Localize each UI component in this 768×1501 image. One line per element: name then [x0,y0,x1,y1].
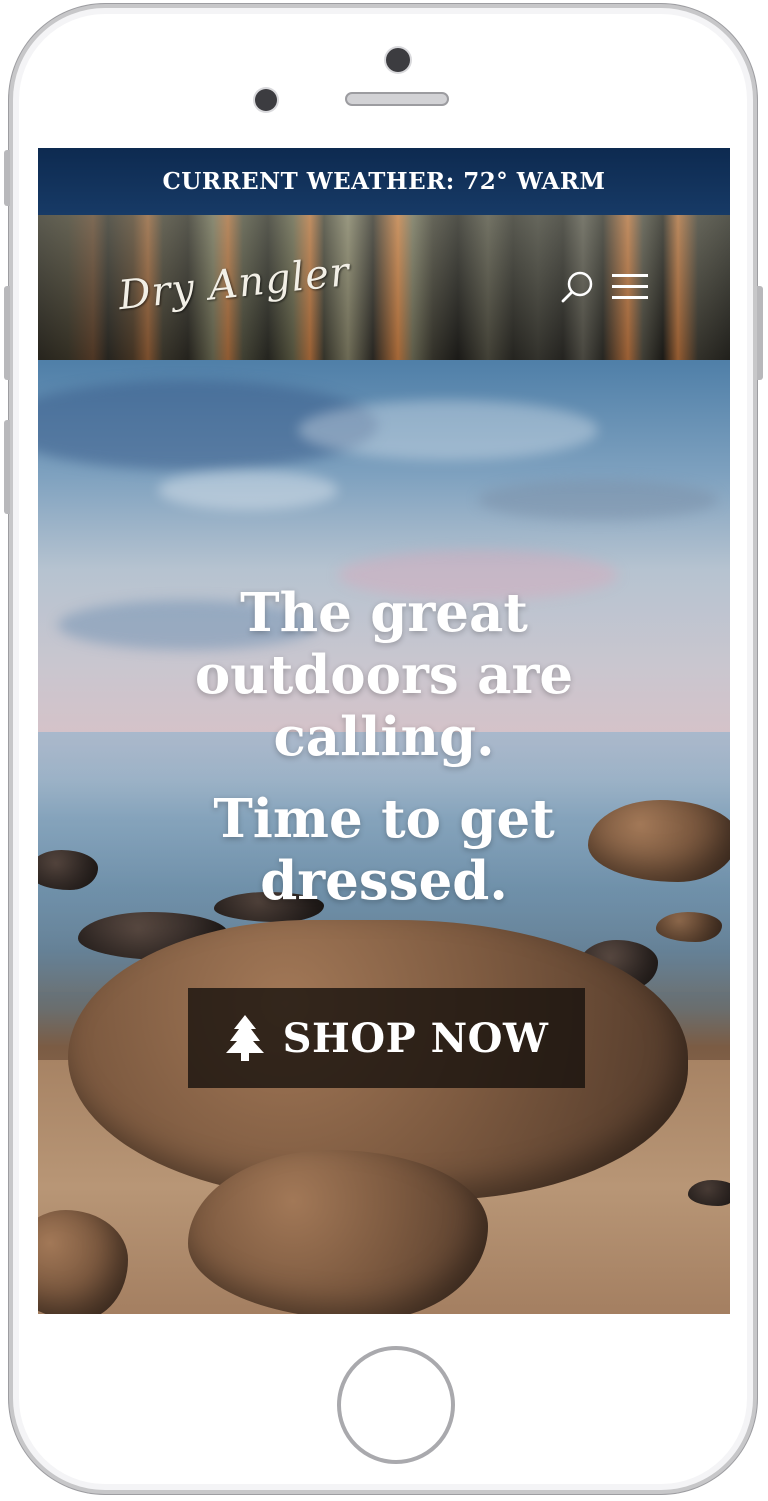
headline-line: outdoors are [194,644,574,706]
weather-bar: CURRENT WEATHER: 72° WARM [38,148,730,215]
site-header: Dry Angler [38,215,730,360]
hero-banner: The great outdoors are calling. Time to … [38,360,730,1314]
pine-tree-icon [225,1015,264,1061]
hero-headline: The great outdoors are calling. [38,582,730,768]
site-logo[interactable]: Dry Angler [116,249,352,319]
cloud [158,470,338,510]
front-camera [386,48,410,72]
home-button[interactable] [337,1346,455,1464]
subheadline-line: dressed. [260,850,508,912]
volume-down-button [4,420,10,514]
search-button[interactable] [560,269,596,305]
headline-line: The great [240,582,528,644]
earpiece-speaker [345,92,449,106]
rock [188,1150,488,1314]
rock [656,912,722,942]
phone-screen: CURRENT WEATHER: 72° WARM Dry Angler The… [38,148,730,1314]
shop-now-button[interactable]: SHOP NOW [188,988,585,1088]
power-button [757,286,763,380]
hero-subheadline: Time to get dressed. [38,788,730,912]
weather-text: CURRENT WEATHER: 72° WARM [162,168,606,195]
cloud [478,480,718,520]
hamburger-menu-icon [612,274,648,299]
search-icon [561,271,593,303]
volume-up-button [4,286,10,380]
mute-switch [4,150,10,206]
menu-button[interactable] [610,271,650,303]
subheadline-line: Time to get [213,788,555,850]
headline-line: calling. [273,706,495,768]
shop-now-label: SHOP NOW [282,1014,549,1062]
proximity-sensor [255,89,277,111]
cloud [298,400,598,460]
